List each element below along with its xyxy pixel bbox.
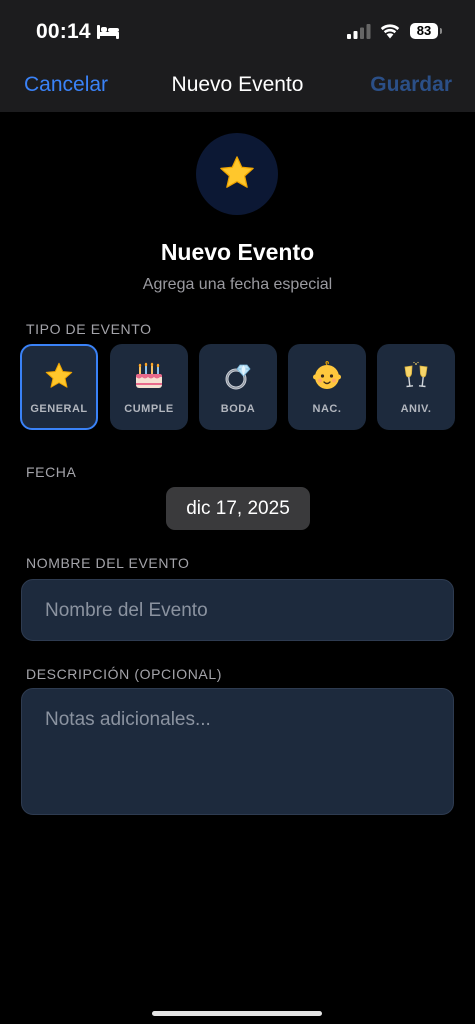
- wifi-icon: [380, 24, 400, 39]
- event-name-input[interactable]: [43, 580, 437, 642]
- baby-icon: [313, 361, 341, 389]
- event-type-nacimiento-label: NAC.: [312, 403, 342, 415]
- date-label: FECHA: [26, 464, 77, 480]
- description-textarea[interactable]: [45, 709, 433, 799]
- star-icon: [220, 156, 254, 188]
- top-bar: 00:14 83 Cancelar Nuevo Evento Guardar: [0, 0, 475, 112]
- battery-indicator: 83: [410, 23, 438, 39]
- header-subtitle: Agrega una fecha especial: [142, 276, 333, 293]
- navigation-bar: Cancelar Nuevo Evento Guardar: [0, 60, 475, 112]
- event-type-nacimiento[interactable]: NAC.: [288, 344, 366, 430]
- event-type-aniversario-label: ANIV.: [400, 403, 432, 415]
- description-label: DESCRIPCIÓN (OPCIONAL): [26, 666, 222, 682]
- home-indicator[interactable]: [152, 1011, 322, 1016]
- battery-tip: [440, 28, 442, 34]
- date-picker-button[interactable]: dic 17, 2025: [166, 487, 310, 530]
- cellular-signal-icon: [347, 24, 371, 39]
- bed-icon: [97, 25, 119, 39]
- save-button[interactable]: Guardar: [370, 73, 452, 97]
- status-time: 00:14: [36, 20, 91, 43]
- ring-icon: [225, 364, 251, 390]
- event-type-cumple-label: CUMPLE: [124, 403, 174, 415]
- event-type-aniversario[interactable]: ANIV.: [377, 344, 455, 430]
- event-type-general[interactable]: GENERAL: [20, 344, 98, 430]
- event-type-boda[interactable]: BODA: [199, 344, 277, 430]
- star-icon: [45, 362, 73, 388]
- event-name-label: NOMBRE DEL EVENTO: [26, 555, 190, 571]
- event-type-general-label: GENERAL: [30, 403, 88, 415]
- event-icon-circle: [196, 133, 278, 215]
- birthday-cake-icon: [136, 362, 162, 388]
- description-field[interactable]: [21, 688, 454, 815]
- champagne-icon: [404, 361, 428, 388]
- event-type-boda-label: BODA: [220, 403, 256, 415]
- cancel-button[interactable]: Cancelar: [24, 73, 108, 97]
- event-type-cumple[interactable]: CUMPLE: [110, 344, 188, 430]
- event-type-label: TIPO DE EVENTO: [26, 321, 152, 337]
- status-bar: 00:14 83: [0, 0, 475, 60]
- header-title: Nuevo Evento: [160, 239, 315, 265]
- event-name-field[interactable]: [21, 579, 454, 642]
